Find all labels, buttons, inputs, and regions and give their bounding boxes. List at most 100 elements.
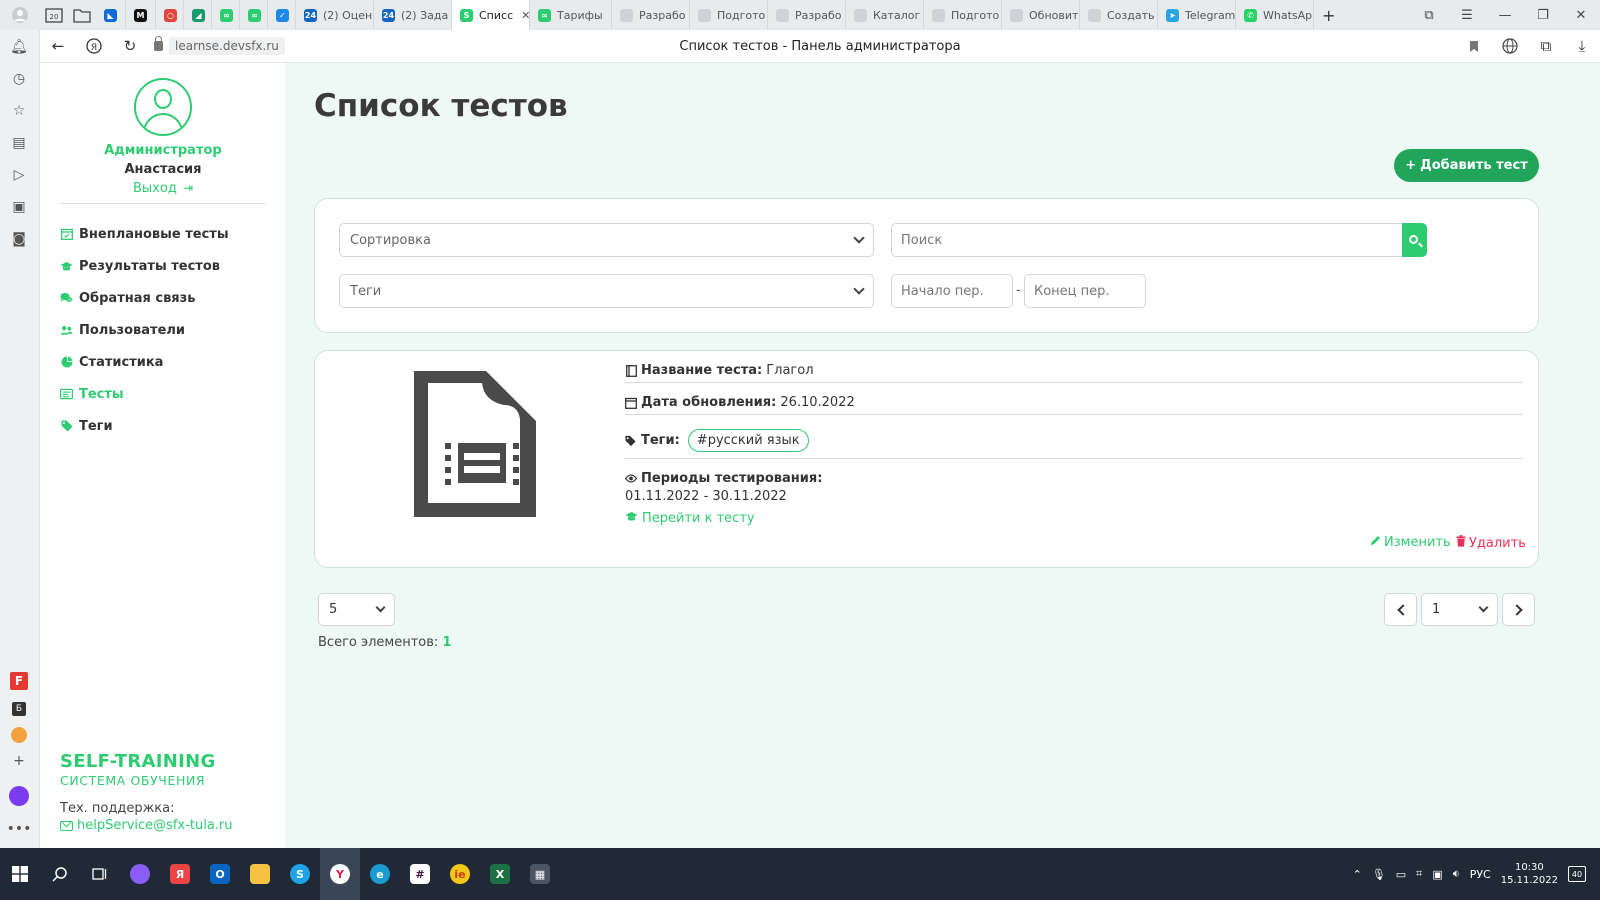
browser-tab[interactable]: ➤ Telegram (1158, 0, 1236, 30)
close-window-icon[interactable]: ✕ (1562, 0, 1600, 30)
logout-link[interactable]: Выход ⇥ (41, 181, 285, 196)
minimize-icon[interactable]: — (1486, 0, 1524, 30)
notifications-bell-icon[interactable]: 🔔︎ (8, 36, 30, 58)
clock[interactable]: 10:30 15.11.2022 (1501, 861, 1558, 887)
volume-icon[interactable]: 🔉︎ (1453, 867, 1460, 881)
notification-center-icon[interactable]: 40 (1568, 866, 1586, 882)
sidebar-item-tests[interactable]: Тесты (60, 378, 275, 410)
alice-taskbar-icon[interactable] (120, 848, 160, 900)
browser-tab[interactable]: Каталог (846, 0, 924, 30)
period-end-input[interactable]: Конец пер. (1024, 274, 1146, 308)
tab-counter-icon[interactable]: 20 (40, 0, 68, 30)
microphone-icon[interactable]: 🎙︎ (1372, 868, 1386, 881)
yandex-browser-taskbar-icon[interactable]: Y (320, 848, 360, 900)
browser-tab[interactable]: S Списс ✕ (452, 0, 530, 30)
delete-test-button[interactable]: Удалить (1456, 535, 1526, 551)
excel-taskbar-icon[interactable]: X (480, 848, 520, 900)
back-icon[interactable]: ← (40, 30, 76, 63)
new-tab-button[interactable]: + (1314, 0, 1343, 30)
add-test-button[interactable]: + Добавить тест (1394, 149, 1539, 182)
calculator-taskbar-icon[interactable]: ▦ (520, 848, 560, 900)
previous-page-button[interactable] (1384, 593, 1417, 626)
search-taskbar-icon[interactable] (40, 848, 80, 900)
restore-icon[interactable]: ❐ (1524, 0, 1562, 30)
ie-taskbar-icon[interactable]: ie (440, 848, 480, 900)
collections-toolbar-icon[interactable]: ⧉ (1528, 30, 1564, 63)
browser-tab[interactable]: ∞ Тарифы (530, 0, 612, 30)
video-play-icon[interactable]: ▷ (8, 164, 30, 186)
explorer-taskbar-icon[interactable] (240, 848, 280, 900)
sidebar-item-tags[interactable]: Теги (60, 410, 275, 442)
browser-tab[interactable]: Подгото (924, 0, 1002, 30)
browser-tab[interactable]: ○ (156, 0, 184, 30)
calendar-20-icon[interactable]: ▣ (8, 196, 30, 218)
history-clock-icon[interactable]: ◷ (8, 68, 30, 90)
reload-icon[interactable]: ↻ (112, 30, 148, 63)
url-field[interactable]: learnse.devsfx.ru (154, 36, 285, 55)
search-button[interactable] (1402, 223, 1427, 257)
period-start-input[interactable]: Начало пер. (891, 274, 1013, 308)
task-view-icon[interactable] (80, 848, 120, 900)
translate-globe-icon[interactable] (1492, 30, 1528, 63)
current-page-select[interactable]: 1 (1421, 593, 1498, 626)
browser-tab[interactable]: ∞ (240, 0, 268, 30)
browser-tab[interactable]: 24 (2) Зада (374, 0, 452, 30)
browser-tab[interactable]: ◢ (184, 0, 212, 30)
downloads-icon[interactable]: ⤓ (1564, 30, 1600, 63)
outlook-taskbar-icon[interactable]: O (200, 848, 240, 900)
skype-taskbar-icon[interactable]: S (280, 848, 320, 900)
search-input[interactable]: Поиск (891, 223, 1403, 257)
next-page-button[interactable] (1502, 593, 1535, 626)
collections-icon[interactable]: ▤ (8, 132, 30, 154)
browser-tab[interactable]: ✆ WhatsAp (1236, 0, 1314, 30)
tabs-overview-icon[interactable]: ⧉ (1410, 0, 1448, 30)
add-panel-icon[interactable]: + (8, 750, 30, 772)
browser-tab[interactable]: 24 (2) Оцен (296, 0, 374, 30)
browser-tab[interactable]: ✓ (268, 0, 296, 30)
browser-tab[interactable]: ∞ (212, 0, 240, 30)
new-tab-folder-icon[interactable] (68, 0, 96, 30)
tags-select[interactable]: Теги (339, 274, 874, 308)
wifi-icon[interactable]: ▣ (1432, 868, 1442, 881)
app-f-icon[interactable]: F (8, 670, 30, 692)
close-tab-icon[interactable]: ✕ (521, 9, 529, 22)
chevron-up-icon[interactable]: ⌃ (1353, 868, 1362, 881)
browser-tab[interactable]: Разрабо (612, 0, 690, 30)
pie-chart-icon (60, 356, 73, 369)
alice-assistant-icon[interactable] (8, 785, 30, 807)
browser-tab[interactable]: Подгото (690, 0, 768, 30)
display-icon[interactable]: ▭ (1396, 868, 1406, 881)
profile-icon[interactable] (0, 0, 40, 30)
edge-taskbar-icon[interactable]: e (360, 848, 400, 900)
screenshot-icon[interactable]: ◙ (8, 228, 30, 250)
start-button[interactable] (0, 848, 40, 900)
sidebar-item-feedback[interactable]: Обратная связь (60, 282, 275, 314)
network-icon[interactable]: ⌗ (1416, 867, 1422, 881)
slack-taskbar-icon[interactable]: # (400, 848, 440, 900)
go-to-test-link[interactable]: Перейти к тесту (625, 511, 755, 526)
yandex-taskbar-icon[interactable]: Я (160, 848, 200, 900)
browser-tab[interactable]: Создать (1080, 0, 1158, 30)
yandex-icon[interactable]: Я (76, 30, 112, 63)
more-icon[interactable]: ••• (7, 818, 32, 840)
sidebar-item-unplanned-tests[interactable]: Внеплановые тесты (60, 218, 275, 250)
language-indicator[interactable]: РУС (1470, 868, 1491, 881)
url-text[interactable]: learnse.devsfx.ru (169, 37, 285, 55)
app-b-icon[interactable]: Б (8, 698, 30, 720)
browser-tab[interactable]: ◣ (96, 0, 126, 30)
sidebar-item-test-results[interactable]: Результаты тестов (60, 250, 275, 282)
browser-tab[interactable]: Обновит (1002, 0, 1080, 30)
tag-chip[interactable]: #русский язык (687, 429, 809, 452)
page-size-select[interactable]: 5 (318, 593, 395, 626)
browser-tab[interactable]: Разрабо (768, 0, 846, 30)
bookmarks-star-icon[interactable]: ☆ (8, 100, 30, 122)
bookmark-icon[interactable] (1456, 30, 1492, 63)
edit-test-button[interactable]: Изменить (1370, 535, 1451, 550)
support-email-link[interactable]: helpService@sfx-tula.ru (60, 818, 233, 833)
sidebar-item-statistics[interactable]: Статистика (60, 346, 275, 378)
sort-select[interactable]: Сортировка (339, 223, 874, 257)
menu-icon[interactable]: ☰ (1448, 0, 1486, 30)
browser-tab[interactable]: M (126, 0, 156, 30)
sidebar-item-users[interactable]: Пользователи (60, 314, 275, 346)
app-colorful-icon[interactable] (8, 724, 30, 746)
